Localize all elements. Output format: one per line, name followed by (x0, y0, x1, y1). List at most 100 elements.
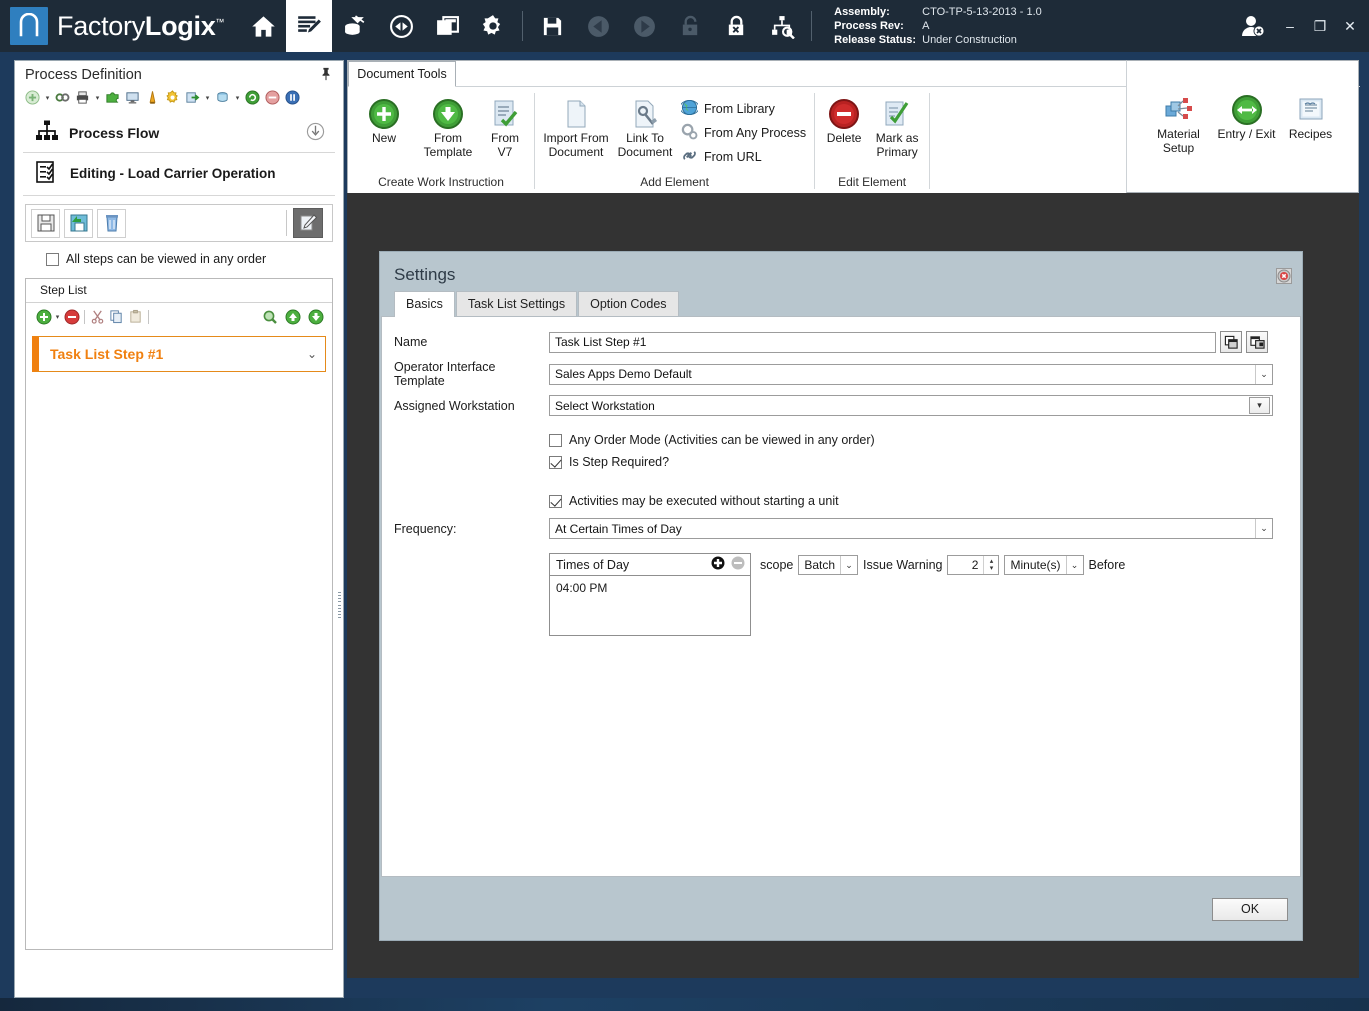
discard-button[interactable] (97, 208, 126, 238)
is-step-required-checkbox[interactable] (549, 455, 562, 469)
refresh-icon[interactable] (243, 88, 262, 107)
remove-time-icon[interactable] (731, 556, 745, 573)
warning-amount-stepper[interactable]: 2 ▴ ▾ (947, 555, 1000, 575)
forward-arrow-icon[interactable] (621, 0, 667, 52)
copy-icon[interactable] (107, 307, 126, 326)
mark-as-primary-button[interactable]: Mark as Primary (869, 95, 925, 161)
windows-icon[interactable] (424, 0, 470, 52)
chevron-down-icon-scope[interactable]: ⌄ (840, 556, 857, 574)
monitor-icon[interactable] (123, 88, 142, 107)
scope-select[interactable]: Batch ⌄ (798, 555, 859, 575)
frequency-select[interactable]: At Certain Times of Day ⌄ (549, 518, 1273, 539)
export-dropdown-caret[interactable]: ▾ (203, 91, 212, 105)
paste-icon[interactable] (126, 307, 145, 326)
stop-icon[interactable] (263, 88, 282, 107)
from-library-item[interactable]: From Library (677, 97, 810, 121)
chevron-down-icon-3[interactable]: ⌄ (1255, 519, 1272, 538)
move-up-icon[interactable] (283, 307, 302, 326)
paste-window-icon[interactable] (1246, 331, 1268, 353)
material-setup-button[interactable]: Material Setup (1147, 91, 1211, 157)
entry-exit-icon[interactable] (378, 0, 424, 52)
minimize-button[interactable]: – (1277, 13, 1303, 39)
copy-window-icon[interactable] (1220, 331, 1242, 353)
panel-splitter-handle[interactable] (337, 590, 343, 620)
step-list-toolbar: ▾ (26, 303, 332, 330)
chevron-down-icon-unit[interactable]: ⌄ (1065, 556, 1083, 574)
chevron-down-icon-2[interactable]: ▾ (1249, 397, 1270, 414)
ribbon-group-label-add: Add Element (640, 175, 709, 189)
name-input[interactable]: Task List Step #1 (549, 331, 1216, 353)
from-url-item[interactable]: From URL (677, 145, 810, 169)
inspect-icon[interactable] (759, 0, 805, 52)
remove-step-icon[interactable] (62, 307, 81, 326)
frequency-value: At Certain Times of Day (555, 521, 682, 536)
sidebar-item-editing[interactable]: Editing - Load Carrier Operation (23, 153, 335, 196)
find-icon[interactable] (260, 307, 279, 326)
sidebar-item-process-flow[interactable]: Process Flow (23, 113, 335, 153)
from-v7-button[interactable]: From V7 (480, 95, 530, 161)
add-step-caret[interactable]: ▾ (53, 310, 62, 324)
pin-icon[interactable] (319, 67, 335, 83)
import-from-document-button[interactable]: Import From Document (539, 95, 613, 161)
list-item[interactable]: 04:00 PM (556, 581, 750, 595)
back-arrow-icon[interactable] (575, 0, 621, 52)
add-time-icon[interactable] (711, 556, 725, 573)
puzzle-icon[interactable] (103, 88, 122, 107)
tab-option-codes[interactable]: Option Codes (578, 291, 679, 317)
ok-button[interactable]: OK (1212, 897, 1288, 921)
entry-exit-button[interactable]: Entry / Exit (1215, 91, 1279, 143)
tab-task-list-settings[interactable]: Task List Settings (455, 291, 578, 317)
add-dropdown-caret[interactable]: ▾ (43, 91, 52, 105)
window-controls: – ❐ ✕ (1233, 0, 1363, 52)
print-icon[interactable] (73, 88, 92, 107)
import-icon[interactable] (213, 88, 232, 107)
lock-close-icon[interactable] (713, 0, 759, 52)
cut-icon[interactable] (88, 307, 107, 326)
add-step-icon[interactable] (34, 307, 53, 326)
save-button[interactable] (31, 208, 60, 238)
gear-orange-icon[interactable] (163, 88, 182, 107)
edit-mode-button[interactable] (293, 208, 323, 238)
tab-basics[interactable]: Basics (394, 291, 455, 317)
chevron-down-icon[interactable]: ⌄ (307, 347, 317, 361)
list-item[interactable]: Task List Step #1 ⌄ (32, 336, 326, 372)
link-icon[interactable] (53, 88, 72, 107)
pause-icon[interactable] (283, 88, 302, 107)
stepper-arrows-icon[interactable]: ▴ ▾ (983, 556, 998, 574)
import-dropdown-caret[interactable]: ▾ (233, 91, 242, 105)
delete-button[interactable]: Delete (819, 95, 869, 147)
times-of-day-list[interactable]: 04:00 PM (550, 576, 750, 635)
link-to-document-button[interactable]: Link To Document (613, 95, 677, 161)
add-icon[interactable] (23, 88, 42, 107)
tab-document-tools[interactable]: Document Tools (348, 61, 456, 87)
settings-gear-icon[interactable] (470, 0, 516, 52)
bell-icon[interactable] (143, 88, 162, 107)
chevron-down-icon[interactable]: ⌄ (1255, 364, 1272, 384)
maximize-button[interactable]: ❐ (1307, 13, 1333, 39)
materials-icon[interactable] (332, 0, 378, 52)
warning-unit-select[interactable]: Minute(s) ⌄ (1004, 555, 1084, 575)
print-dropdown-caret[interactable]: ▾ (93, 91, 102, 105)
move-down-icon[interactable] (306, 307, 325, 326)
close-button[interactable]: ✕ (1337, 13, 1363, 39)
operator-interface-template-row: Operator Interface Template Sales Apps D… (394, 360, 1280, 388)
close-dialog-icon[interactable] (1276, 268, 1292, 284)
from-any-process-item[interactable]: From Any Process (677, 121, 810, 145)
recipes-button[interactable]: Recipes (1283, 91, 1339, 143)
activities-without-unit-checkbox[interactable] (549, 494, 562, 508)
save-as-button[interactable] (64, 208, 93, 238)
all-steps-any-order-checkbox[interactable] (46, 252, 59, 266)
assigned-workstation-select[interactable]: Select Workstation ▾ (549, 395, 1273, 416)
process-definition-icon[interactable] (286, 0, 333, 52)
any-order-mode-checkbox[interactable] (549, 433, 562, 447)
export-icon[interactable] (183, 88, 202, 107)
unlock-icon[interactable] (667, 0, 713, 52)
home-icon[interactable] (240, 0, 286, 52)
user-logout-icon[interactable] (1233, 6, 1273, 46)
operator-interface-template-select[interactable]: Sales Apps Demo Default ⌄ (549, 363, 1273, 385)
new-button[interactable]: New (352, 95, 416, 147)
from-template-button[interactable]: From Template (416, 95, 480, 161)
collapse-down-icon[interactable] (306, 122, 325, 144)
save-icon[interactable] (529, 0, 575, 52)
editing-action-bar (25, 204, 333, 242)
